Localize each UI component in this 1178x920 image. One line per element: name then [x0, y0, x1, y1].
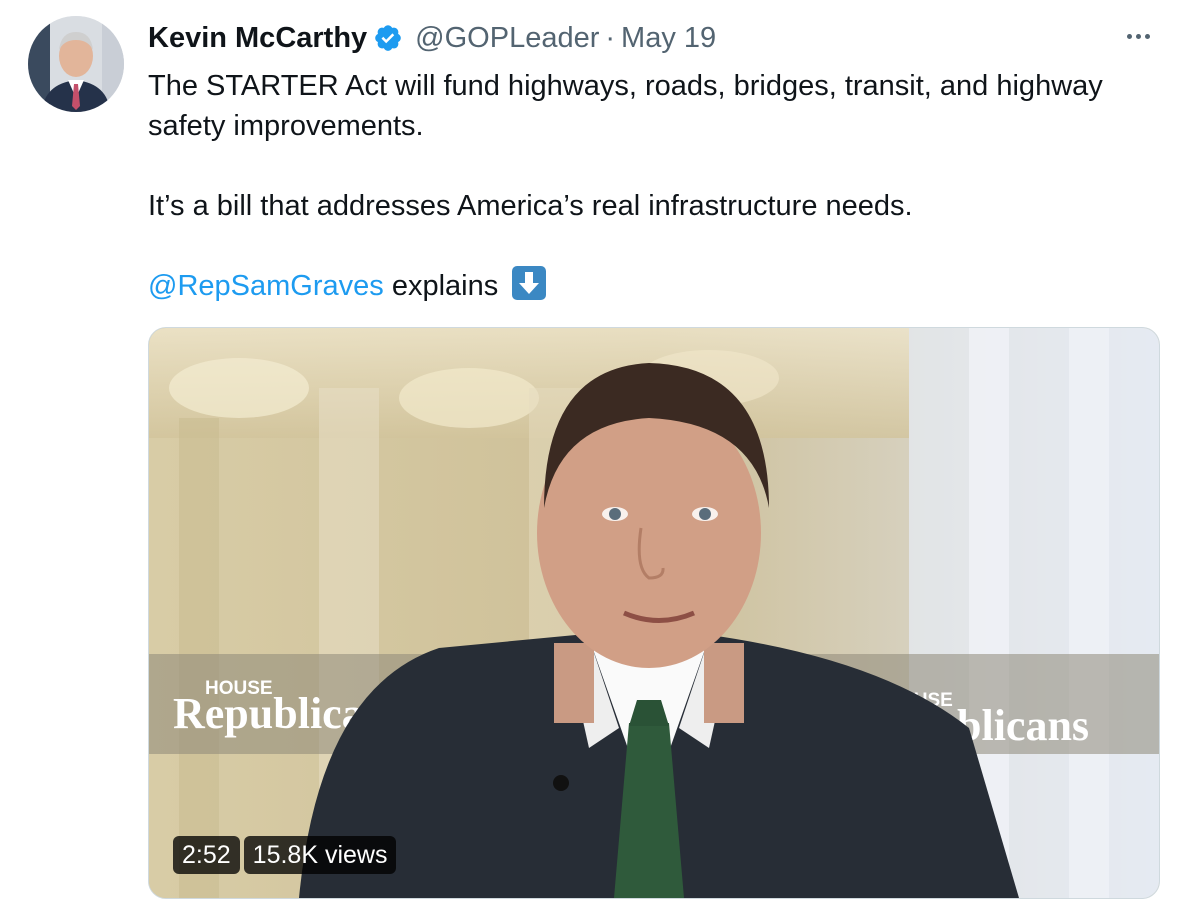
video-player[interactable]: HOUSE Republican OUSE blicans 2:52 15.8K…: [148, 327, 1160, 899]
verified-badge-icon: [373, 23, 403, 53]
video-frame: HOUSE Republican OUSE blicans: [149, 328, 1159, 898]
overlay-right-big: blicans: [957, 701, 1089, 750]
author-display-name[interactable]: Kevin McCarthy: [148, 22, 367, 55]
video-duration: 2:52: [173, 836, 240, 874]
tweet-paragraph-1: The STARTER Act will fund highways, road…: [148, 70, 1103, 142]
tweet-paragraph-2: It’s a bill that addresses America’s rea…: [148, 190, 913, 222]
video-badges: 2:52 15.8K views: [173, 836, 397, 874]
video-views: 15.8K views: [243, 836, 397, 874]
tweet-date[interactable]: May 19: [621, 22, 716, 55]
tweet-header: Kevin McCarthy @GOPLeader · May 19: [148, 18, 716, 58]
tweet-text: The STARTER Act will fund highways, road…: [148, 66, 1158, 306]
explains-text: explains: [391, 270, 499, 302]
tweet-paragraph-3: @RepSamGraves explains: [148, 266, 1158, 306]
down-arrow-emoji-icon: [512, 266, 547, 300]
avatar-image: [28, 16, 124, 112]
author-handle[interactable]: @GOPLeader: [415, 22, 599, 55]
header-separator: ·: [605, 21, 616, 54]
mention-link[interactable]: @RepSamGraves: [148, 270, 384, 302]
avatar[interactable]: [28, 16, 124, 112]
more-horizontal-icon[interactable]: [1120, 24, 1156, 48]
